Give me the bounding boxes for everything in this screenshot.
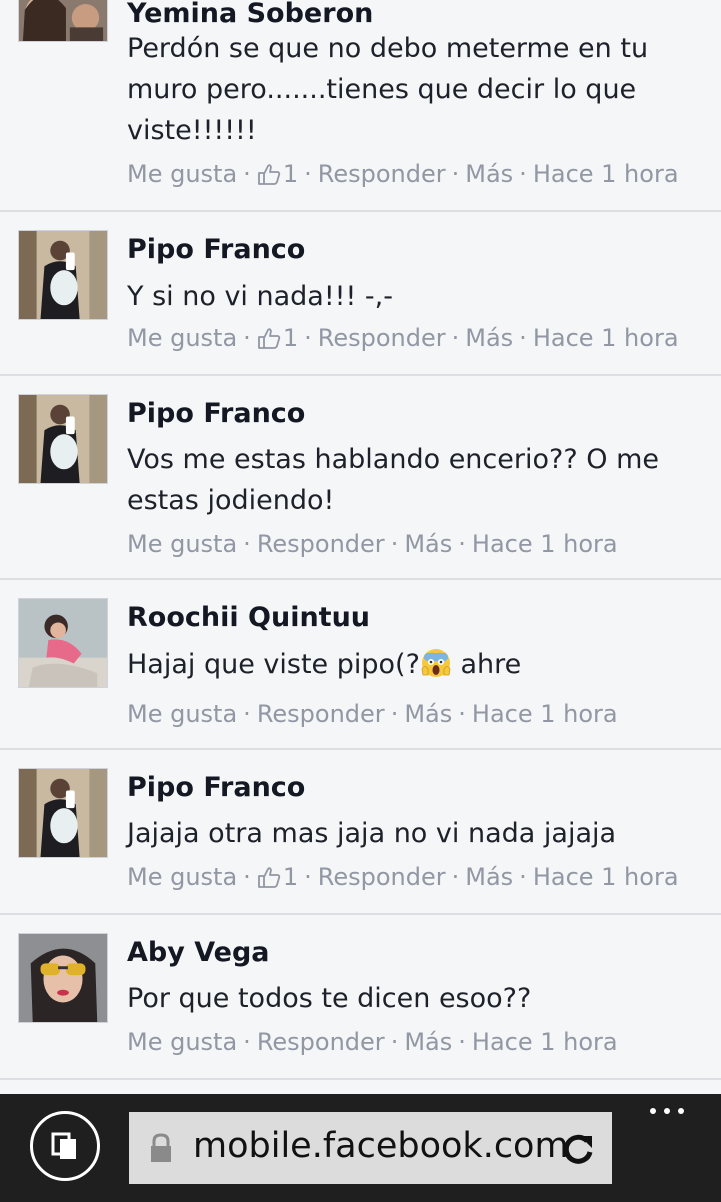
comment-text: Y si no vi nada!!! -,- <box>127 281 393 312</box>
separator: · <box>451 863 460 891</box>
more-link[interactable]: Más <box>404 1028 452 1056</box>
comment-author[interactable]: Yemina Soberon <box>127 0 373 29</box>
comment-author[interactable]: Pipo Franco <box>127 772 305 803</box>
comment-item: Pipo Franco Jajaja otra mas jaja no vi n… <box>0 750 721 915</box>
comment-text-part: Hajaj que viste pipo(? <box>127 649 420 680</box>
comment-actions: Me gusta · 1 · Responder · Más · Hace 1 … <box>127 160 679 188</box>
reply-link[interactable]: Responder <box>318 324 446 352</box>
like-count: 1 <box>282 160 299 188</box>
separator: · <box>390 700 399 728</box>
separator: · <box>451 160 460 188</box>
avatar[interactable] <box>18 598 108 688</box>
comment-item: Roochii Quintuu Hajaj que viste pipo(? a… <box>0 580 721 750</box>
separator: · <box>304 160 312 188</box>
comment-text: Jajaja otra mas jaja no vi nada jajaja <box>127 818 617 849</box>
timestamp[interactable]: Hace 1 hora <box>472 700 618 728</box>
avatar[interactable] <box>18 768 108 858</box>
separator: · <box>519 160 527 188</box>
timestamp[interactable]: Hace 1 hora <box>472 530 618 558</box>
separator: · <box>243 160 251 188</box>
like-link[interactable]: Me gusta <box>127 1028 237 1056</box>
like-link[interactable]: Me gusta <box>127 160 237 188</box>
comment-item: Aby Vega Por que todos te dicen esoo?? M… <box>0 915 721 1080</box>
avatar[interactable] <box>18 0 108 42</box>
thumbs-up-icon <box>257 867 281 888</box>
like-count: 1 <box>282 324 299 352</box>
separator: · <box>304 324 312 352</box>
browser-toolbar: mobile.facebook.com <box>0 1094 721 1202</box>
screaming-face-emoji-icon <box>421 649 451 677</box>
separator: · <box>519 863 527 891</box>
comment-text: Vos me estas hablando encerio?? O me est… <box>127 444 659 516</box>
tabs-button[interactable] <box>30 1111 100 1181</box>
thumbs-up-icon <box>257 164 281 185</box>
more-link[interactable]: Más <box>465 160 513 188</box>
more-link[interactable]: Más <box>465 863 513 891</box>
separator: · <box>458 1028 466 1056</box>
comment-item: Pipo Franco Y si no vi nada!!! -,- Me gu… <box>0 212 721 376</box>
avatar[interactable] <box>18 394 108 484</box>
separator: · <box>243 530 251 558</box>
like-link[interactable]: Me gusta <box>127 324 237 352</box>
refresh-icon[interactable] <box>561 1132 595 1166</box>
reply-link[interactable]: Responder <box>257 530 385 558</box>
like-link[interactable]: Me gusta <box>127 863 237 891</box>
separator: · <box>243 700 251 728</box>
separator: · <box>243 1028 251 1056</box>
separator: · <box>243 863 251 891</box>
reply-link[interactable]: Responder <box>257 1028 385 1056</box>
like-link[interactable]: Me gusta <box>127 700 237 728</box>
comment-item: Pipo Franco Vos me estas hablando enceri… <box>0 376 721 580</box>
timestamp[interactable]: Hace 1 hora <box>533 324 679 352</box>
reply-link[interactable]: Responder <box>318 160 446 188</box>
comment-author[interactable]: Aby Vega <box>127 937 270 968</box>
separator: · <box>458 700 466 728</box>
comment-item: Yemina Soberon Perdón se que no debo met… <box>0 0 721 212</box>
comment-text: Perdón se que no debo meterme en tu muro… <box>127 33 649 146</box>
timestamp[interactable]: Hace 1 hora <box>533 160 679 188</box>
thumbs-up-icon <box>257 328 281 349</box>
comment-text: Hajaj que viste pipo(? ahre <box>127 644 697 685</box>
comment-text-part: ahre <box>451 649 522 680</box>
timestamp[interactable]: Hace 1 hora <box>533 863 679 891</box>
like-count: 1 <box>282 863 299 891</box>
more-link[interactable]: Más <box>465 324 513 352</box>
avatar[interactable] <box>18 230 108 320</box>
avatar[interactable] <box>18 933 108 1023</box>
separator: · <box>451 324 460 352</box>
like-link[interactable]: Me gusta <box>127 530 237 558</box>
comment-feed: Yemina Soberon Perdón se que no debo met… <box>0 0 721 1094</box>
separator: · <box>390 1028 399 1056</box>
more-icon[interactable] <box>648 1104 688 1118</box>
comment-actions: Me gusta · Responder · Más · Hace 1 hora <box>127 530 618 558</box>
comment-actions: Me gusta · Responder · Más · Hace 1 hora <box>127 700 618 728</box>
more-link[interactable]: Más <box>404 530 452 558</box>
separator: · <box>390 530 399 558</box>
comment-author[interactable]: Pipo Franco <box>127 234 305 265</box>
url-text: mobile.facebook.com <box>193 1126 569 1166</box>
comment-text: Por que todos te dicen esoo?? <box>127 983 532 1014</box>
timestamp[interactable]: Hace 1 hora <box>472 1028 618 1056</box>
comment-actions: Me gusta · 1 · Responder · Más · Hace 1 … <box>127 863 679 891</box>
comment-author[interactable]: Pipo Franco <box>127 398 305 429</box>
separator: · <box>519 324 527 352</box>
lock-icon <box>151 1133 171 1162</box>
separator: · <box>243 324 251 352</box>
reply-link[interactable]: Responder <box>257 700 385 728</box>
comment-actions: Me gusta · Responder · Más · Hace 1 hora <box>127 1028 618 1056</box>
tabs-icon <box>51 1132 76 1159</box>
separator: · <box>458 530 466 558</box>
more-link[interactable]: Más <box>404 700 452 728</box>
address-bar[interactable]: mobile.facebook.com <box>129 1112 612 1184</box>
reply-link[interactable]: Responder <box>318 863 446 891</box>
comment-actions: Me gusta · 1 · Responder · Más · Hace 1 … <box>127 324 679 352</box>
comment-author[interactable]: Roochii Quintuu <box>127 602 370 633</box>
separator: · <box>304 863 312 891</box>
